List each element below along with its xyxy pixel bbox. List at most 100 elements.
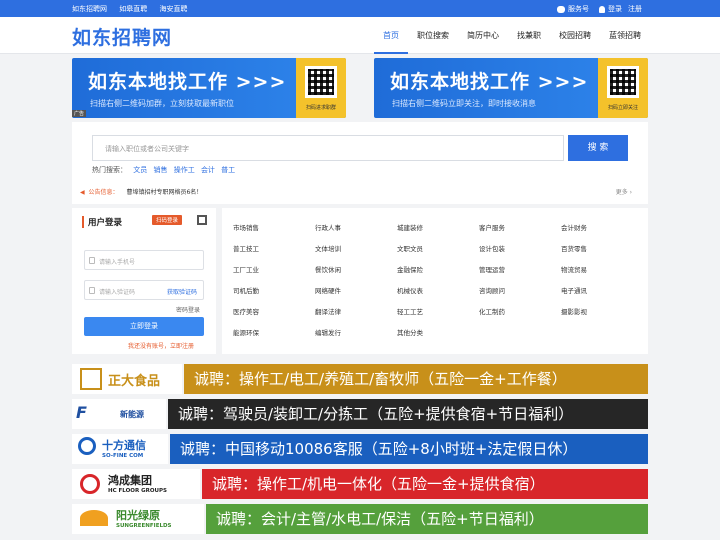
category-item[interactable]: 市场销售 [233, 222, 315, 233]
job-ad-text: 诚聘：驾驶员/装卸工/分拣工（五险+提供食宿+节日福利） [168, 399, 648, 429]
brand-name: 阳光绿原 [116, 509, 160, 522]
brand-mark-icon [80, 368, 102, 390]
qr-code-icon [607, 66, 639, 98]
brand-name: 十方通信 [102, 439, 146, 452]
banner-title: 如东本地找工作 >>> [88, 71, 287, 93]
login-title: 用户登录 [82, 216, 122, 228]
notice-bar: ◀ 公告信息： 曹埠镇招村专职网格员6名！ 更多 › [80, 187, 640, 196]
category-item[interactable]: 编辑发行 [315, 327, 397, 338]
brand-logo: 阳光绿原 SUNGREENFIELDS [72, 504, 204, 534]
megaphone-icon: ◀ [80, 189, 85, 196]
category-item[interactable]: 餐饮休闲 [315, 264, 397, 275]
site-link-rudong[interactable]: 如东招聘网 [72, 5, 107, 13]
job-ad-hongcheng[interactable]: 鸿成集团 HC FLOOR GROUPS 诚聘：操作工/机电一体化（五险一金+提… [72, 469, 648, 499]
category-item[interactable]: 咨询顾问 [479, 285, 561, 296]
category-item[interactable]: 客户服务 [479, 222, 561, 233]
search-button[interactable]: 搜 索 [568, 135, 628, 161]
brand-logo: F 新能源 [72, 399, 166, 429]
login-link[interactable]: 登录 [608, 4, 622, 14]
category-item[interactable]: 能源环保 [233, 327, 315, 338]
qr-login-icon[interactable] [197, 215, 207, 225]
brand-mark-icon: F [76, 403, 87, 422]
hot-searches: 热门搜索： 文员 销售 操作工 会计 普工 [92, 165, 235, 175]
category-item[interactable]: 机械仪表 [397, 285, 479, 296]
brand-logo: 鸿成集团 HC FLOOR GROUPS [72, 469, 200, 499]
banner-join-group[interactable]: 如东本地找工作 >>> 扫描右侧二维码加群，立刻获取最新职位 扫码进求职群 [72, 58, 346, 118]
brand-mark-icon [80, 474, 100, 494]
job-ad-new-energy[interactable]: F 新能源 诚聘：驾驶员/装卸工/分拣工（五险+提供食宿+节日福利） [72, 399, 648, 429]
nav-job-search[interactable]: 职位搜索 [408, 17, 458, 54]
job-ad-zhengda[interactable]: 正大食品 诚聘：操作工/电工/养殖工/畜牧师（五险一金+工作餐） [72, 364, 648, 394]
banner-qr-label: 扫码进求职群 [305, 105, 336, 111]
banner-subtitle: 扫描右侧二维码加群，立刻获取最新职位 [90, 99, 234, 108]
notice-text[interactable]: 曹埠镇招村专职网格员6名！ [126, 189, 202, 196]
category-item[interactable]: 物流贸易 [561, 264, 643, 275]
category-item[interactable]: 工厂工业 [233, 264, 315, 275]
job-ad-shifang[interactable]: 十方通信 SO-FINE COM 诚聘：中国移动10086客服（五险+8小时班+… [72, 434, 648, 464]
category-item[interactable]: 会计财务 [561, 222, 643, 233]
job-ad-text: 诚聘：操作工/电工/养殖工/畜牧师（五险一金+工作餐） [184, 364, 648, 394]
category-item[interactable]: 司机后勤 [233, 285, 315, 296]
category-panel: 市场销售 行政人事 城建装修 客户服务 会计财务 普工技工 文体培训 文职文员 … [222, 208, 648, 354]
search-input[interactable]: 请输入职位或者公司关键字 [92, 135, 564, 161]
category-list: 市场销售 行政人事 城建装修 客户服务 会计财务 普工技工 文体培训 文职文员 … [222, 208, 648, 338]
register-now-link[interactable]: 我还没有账号，立即注册 [128, 341, 194, 350]
brand-logo: 十方通信 SO-FINE COM [72, 434, 168, 464]
job-ad-sungreen[interactable]: 阳光绿原 SUNGREENFIELDS 诚聘：会计/主管/水电工/保洁（五险+节… [72, 504, 648, 534]
job-ad-text: 诚聘：中国移动10086客服（五险+8小时班+法定假日休） [170, 434, 648, 464]
category-item[interactable]: 普工技工 [233, 243, 315, 254]
category-item[interactable]: 行政人事 [315, 222, 397, 233]
category-item[interactable]: 金融保险 [397, 264, 479, 275]
category-item[interactable]: 其他分类 [397, 327, 479, 338]
brand-subname: HC FLOOR GROUPS [108, 488, 168, 494]
service-account-link[interactable]: 服务号 [568, 4, 589, 14]
lock-icon [89, 287, 95, 294]
category-item[interactable]: 百货零售 [561, 243, 643, 254]
site-logo[interactable]: 如东招聘网 [72, 23, 172, 50]
banner-follow-account[interactable]: 如东本地找工作 >>> 扫描右侧二维码立即关注，即时接收消息 扫码立即关注 [374, 58, 648, 118]
brand-subname: SUNGREENFIELDS [116, 523, 172, 529]
banner-title: 如东本地找工作 >>> [390, 71, 589, 93]
category-item[interactable]: 摄影影视 [561, 306, 643, 317]
category-item[interactable]: 管理运营 [479, 264, 561, 275]
category-item[interactable]: 文体培训 [315, 243, 397, 254]
hot-keyword[interactable]: 会计 [201, 166, 215, 174]
notice-more-link[interactable]: 更多 › [616, 187, 632, 196]
job-ad-text: 诚聘：操作工/机电一体化（五险一金+提供食宿） [202, 469, 648, 499]
category-item[interactable]: 轻工工艺 [397, 306, 479, 317]
hot-keyword[interactable]: 销售 [153, 166, 167, 174]
qr-code-icon [305, 66, 337, 98]
login-submit-button[interactable]: 立即登录 [84, 317, 204, 336]
code-placeholder: 请输入验证码 [99, 289, 136, 296]
hot-keyword[interactable]: 操作工 [174, 166, 195, 174]
brand-mark-icon [78, 437, 96, 455]
category-item[interactable]: 城建装修 [397, 222, 479, 233]
nav-blue-collar[interactable]: 蓝领招聘 [600, 17, 650, 54]
hot-keyword[interactable]: 普工 [221, 166, 235, 174]
ad-tag: 广告 [72, 110, 87, 117]
hot-search-label: 热门搜索： [92, 166, 127, 174]
header: 如东招聘网 首页 职位搜索 简历中心 找兼职 校园招聘 蓝领招聘 [0, 17, 720, 54]
nav-home[interactable]: 首页 [374, 17, 408, 54]
password-login-link[interactable]: 密码登录 [176, 305, 200, 314]
category-item[interactable]: 医疗美容 [233, 306, 315, 317]
nav-resume-center[interactable]: 简历中心 [458, 17, 508, 54]
phone-field[interactable]: 请输入手机号 [84, 250, 204, 270]
get-code-button[interactable]: 获取验证码 [167, 287, 197, 296]
scan-login-button[interactable]: 扫码登录 [152, 215, 183, 225]
category-item[interactable]: 翻译法律 [315, 306, 397, 317]
category-item[interactable]: 化工制药 [479, 306, 561, 317]
category-item[interactable]: 网络硬件 [315, 285, 397, 296]
nav-campus[interactable]: 校园招聘 [550, 17, 600, 54]
hot-keyword[interactable]: 文员 [133, 166, 147, 174]
nav-part-time[interactable]: 找兼职 [508, 17, 550, 54]
brand-name: 新能源 [120, 410, 144, 419]
code-field[interactable]: 请输入验证码 获取验证码 [84, 280, 204, 300]
site-link-haian[interactable]: 海安直聘 [159, 5, 187, 13]
banner-qr-panel: 扫码进求职群 [296, 58, 346, 118]
register-link[interactable]: 注册 [628, 4, 642, 14]
category-item[interactable]: 电子通讯 [561, 285, 643, 296]
category-item[interactable]: 文职文员 [397, 243, 479, 254]
site-link-rugao[interactable]: 如皋直聘 [119, 5, 147, 13]
category-item[interactable]: 设计包装 [479, 243, 561, 254]
